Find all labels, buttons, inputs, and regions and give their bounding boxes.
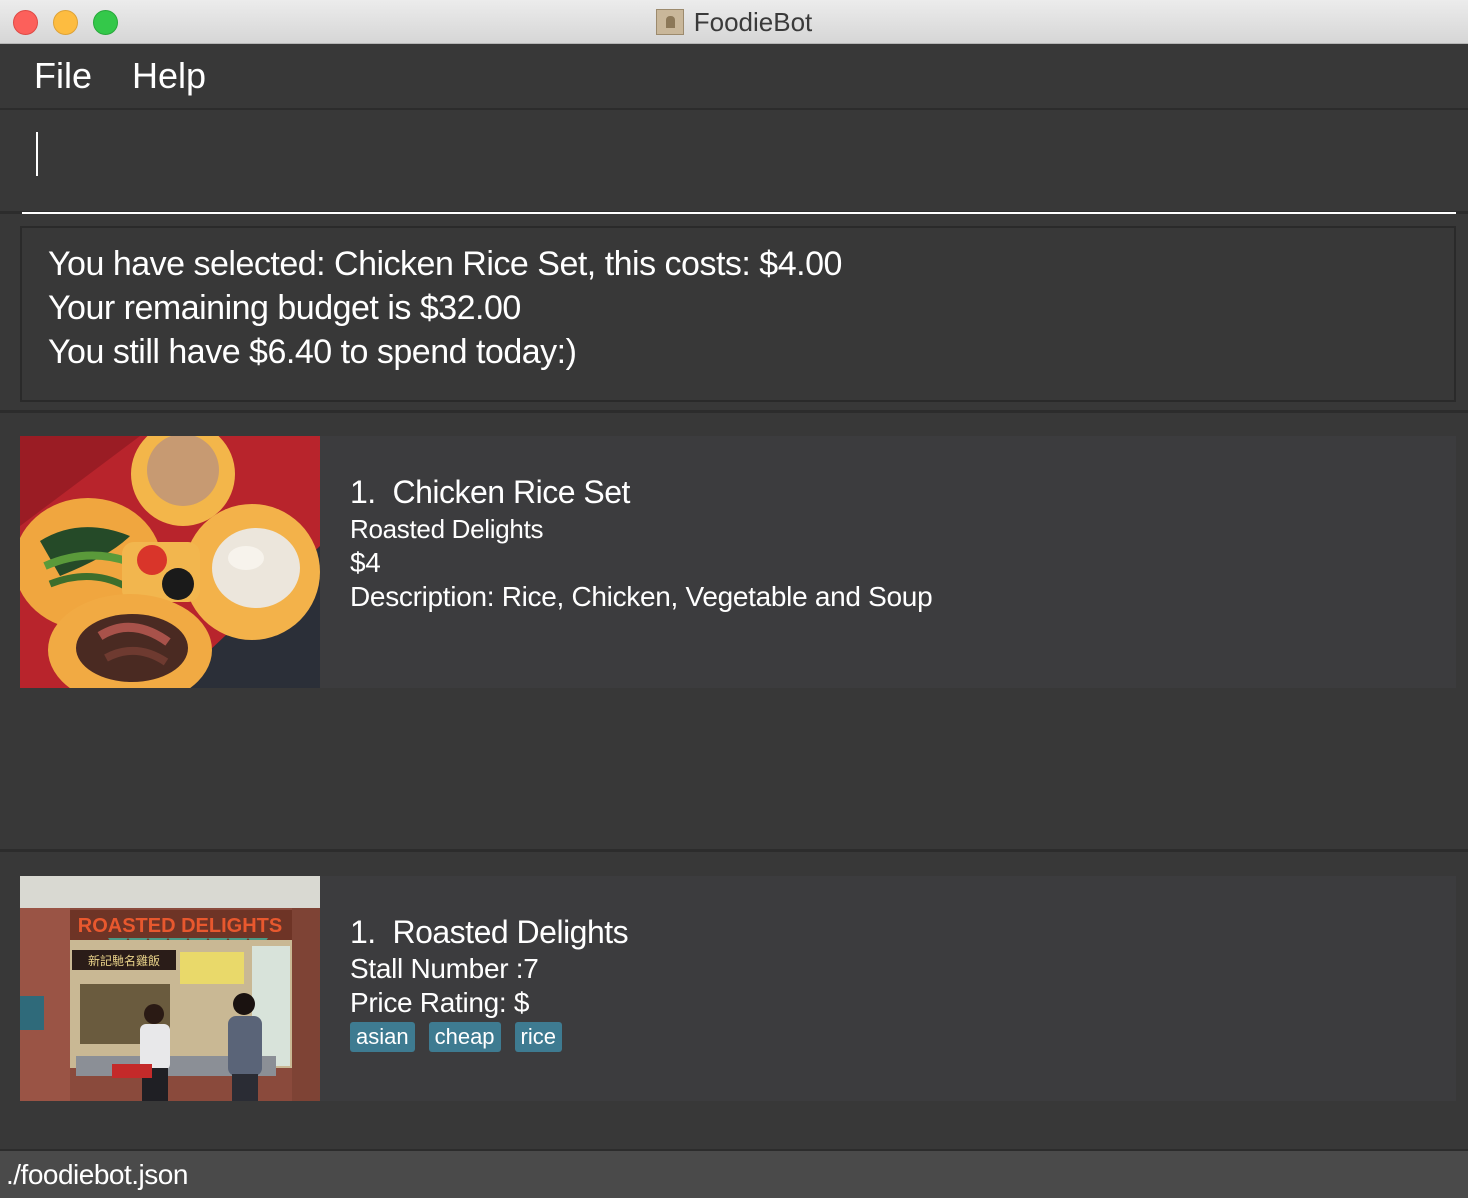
stall-list-panel: ROASTED DELIGHTS 新記馳名雞飯 1. Roasted Delig… — [0, 855, 1468, 1147]
food-card-description: Description: Rice, Chicken, Vegetable an… — [350, 581, 933, 612]
stall-storefront-photo: ROASTED DELIGHTS 新記馳名雞飯 — [20, 876, 320, 1101]
food-card-price: $4 — [350, 547, 381, 578]
app-icon — [655, 9, 684, 35]
food-list-panel: 1. Chicken Rice Set Roasted Delights $4 … — [0, 414, 1468, 852]
command-input[interactable] — [22, 126, 1456, 214]
command-box — [0, 112, 1468, 214]
stall-card[interactable]: ROASTED DELIGHTS 新記馳名雞飯 1. Roasted Delig… — [20, 876, 1456, 1101]
window-title-group: FoodieBot — [0, 0, 1468, 44]
result-display-panel: You have selected: Chicken Rice Set, thi… — [0, 215, 1468, 413]
tag-rice: rice — [514, 1022, 562, 1052]
menu-help[interactable]: Help — [132, 55, 206, 97]
food-card-index: 1. — [350, 474, 376, 510]
stall-card-title: 1. Roasted Delights — [350, 912, 629, 952]
result-line-budget: Your remaining budget is $32.00 — [48, 289, 521, 327]
stall-card-price-rating: Price Rating: $ — [350, 987, 530, 1018]
app-window: FoodieBot File Help You have selected: C… — [0, 0, 1468, 1198]
stall-card-name: Roasted Delights — [392, 914, 629, 950]
stall-chinese-sign: 新記馳名雞飯 — [88, 953, 160, 968]
result-line-daily: You still have $6.40 to spend today:) — [48, 333, 577, 371]
save-file-path: ./foodiebot.json — [6, 1158, 188, 1190]
stall-sign-text: ROASTED DELIGHTS — [78, 915, 282, 937]
stall-tags: asian cheap rice — [350, 1022, 628, 1052]
text-caret — [36, 132, 38, 176]
food-card-title: 1. Chicken Rice Set — [350, 472, 932, 512]
tag-cheap: cheap — [428, 1022, 501, 1052]
food-card[interactable]: 1. Chicken Rice Set Roasted Delights $4 … — [20, 436, 1456, 688]
menu-bar: File Help — [0, 44, 1468, 110]
menu-file[interactable]: File — [34, 55, 92, 97]
food-card-stall: Roasted Delights — [350, 514, 544, 544]
stall-card-details: 1. Roasted Delights Stall Number :7 Pric… — [350, 912, 629, 1052]
chicken-rice-photo — [20, 436, 320, 688]
result-display: You have selected: Chicken Rice Set, thi… — [20, 226, 1456, 402]
food-card-details: 1. Chicken Rice Set Roasted Delights $4 … — [350, 472, 933, 614]
tag-asian: asian — [350, 1022, 415, 1052]
stall-card-number: Stall Number :7 — [350, 953, 539, 984]
status-bar: ./foodiebot.json — [0, 1149, 1468, 1198]
stall-card-index: 1. — [350, 914, 376, 950]
food-card-name: Chicken Rice Set — [392, 474, 630, 510]
title-bar: FoodieBot — [0, 0, 1468, 44]
result-line-selection: You have selected: Chicken Rice Set, thi… — [48, 245, 842, 283]
window-title: FoodieBot — [693, 6, 813, 37]
